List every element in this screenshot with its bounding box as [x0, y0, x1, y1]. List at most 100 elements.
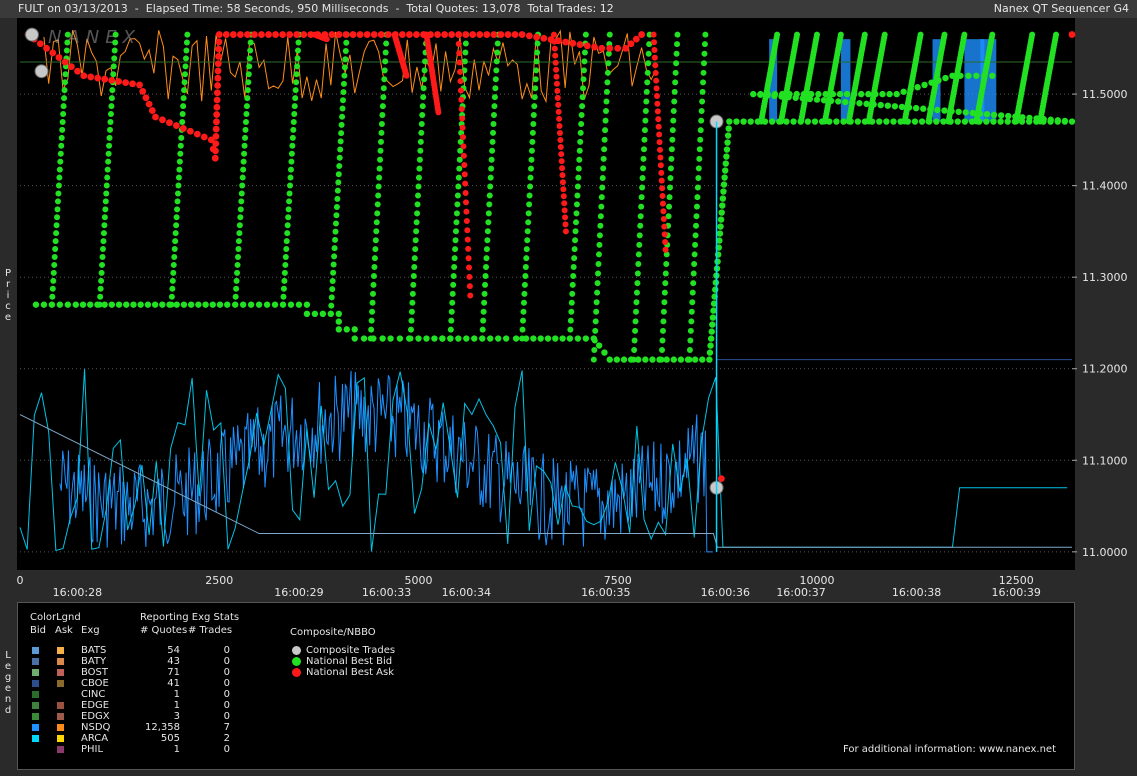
national-best-bid-point	[721, 174, 728, 181]
national-best-ask-point	[61, 58, 69, 66]
bid-sweep-dot	[335, 179, 342, 186]
bid-sweep-dot	[702, 31, 709, 38]
national-best-ask-point	[427, 31, 434, 38]
ask-sweep-dot	[557, 137, 564, 144]
bid-sweep-dot	[699, 98, 706, 105]
time-label: 16:00:34	[442, 586, 491, 599]
national-best-bid-point	[990, 118, 997, 125]
bid-sweep-dot	[640, 165, 647, 172]
bid-color-swatch	[32, 724, 39, 731]
col-exg: Exg	[81, 625, 100, 636]
ask-sweep-dot	[457, 78, 464, 85]
y-tick-label: 11.3000	[1082, 271, 1128, 284]
bid-sweep-dot	[697, 136, 704, 143]
bid-sweep-dot	[51, 261, 58, 268]
national-best-bid-point	[914, 84, 921, 91]
ask-sweep-dot	[556, 115, 563, 122]
bid-sweep-dot	[377, 138, 384, 145]
bid-sweep-dot	[415, 183, 422, 190]
national-best-bid-point	[202, 301, 209, 308]
bid-sweep-dot	[332, 220, 339, 227]
bid-sweep-dot	[180, 103, 187, 110]
bid-sweep-dot	[661, 299, 668, 306]
bid-sweep-dot	[691, 251, 698, 258]
national-best-bid-point	[582, 335, 590, 342]
bid-sweep-dot	[418, 129, 425, 136]
bid-sweep-dot	[180, 95, 187, 102]
ask-sweep-dot	[554, 87, 561, 94]
national-best-bid-point	[656, 356, 663, 363]
national-best-bid-point	[595, 342, 603, 349]
bid-sweep-dot	[232, 293, 239, 300]
bid-sweep-dot	[690, 280, 697, 287]
national-best-ask-point	[213, 89, 221, 97]
bid-sweep-dot	[173, 214, 180, 221]
bid-sweep-dot	[329, 277, 336, 284]
national-best-ask-point	[213, 118, 220, 126]
bid-sweep-dot	[491, 103, 498, 110]
bid-sweep-dot	[698, 117, 705, 124]
national-best-ask-point	[115, 78, 123, 85]
bid-sweep-dot	[592, 327, 599, 334]
bid-sweep-dot	[605, 60, 612, 67]
bid-sweep-dot	[572, 228, 579, 235]
national-best-ask-point	[569, 39, 577, 47]
national-best-bid-point	[969, 109, 977, 117]
national-best-bid-point	[722, 167, 729, 174]
bid-sweep-dot	[577, 138, 584, 145]
price-chart[interactable]: NANEX 11.0000 11.1000 11.2000 11.3000 11.400…	[0, 0, 1137, 600]
composite-legend-row: National Best Bid	[290, 656, 490, 667]
ask-sweep-dot	[658, 177, 665, 184]
bid-sweep-dot	[407, 326, 414, 333]
bid-sweep-dot	[687, 337, 694, 344]
national-best-bid-point	[691, 356, 699, 363]
bid-sweep-dot	[382, 58, 389, 65]
bid-sweep-dot	[484, 237, 491, 244]
bid-sweep-dot	[235, 246, 242, 253]
bid-sweep-dot	[667, 174, 674, 181]
national-best-bid-point	[108, 301, 116, 308]
bid-sweep-dot	[292, 87, 299, 94]
bid-sweep-dot	[173, 222, 180, 229]
bid-sweep-dot	[101, 214, 108, 221]
bid-sweep-dot	[243, 103, 250, 110]
exchange-trades: 0	[223, 711, 230, 722]
bid-sweep-dot	[598, 203, 605, 210]
bid-sweep-dot	[103, 190, 110, 197]
national-best-ask-point	[94, 74, 102, 82]
national-best-ask-point	[142, 94, 150, 102]
bid-sweep-dot	[101, 222, 108, 229]
composite-legend-row: Composite Trades	[290, 645, 490, 656]
bid-sweep-dot	[580, 67, 587, 74]
ask-sweep-dot	[562, 228, 569, 235]
bid-sweep-dot	[580, 85, 587, 92]
bid-sweep-dot	[917, 31, 924, 38]
national-best-bid-point	[990, 111, 998, 119]
bid-sweep-dot	[410, 281, 417, 288]
national-best-bid-point	[620, 356, 628, 363]
bid-sweep-dot	[240, 158, 247, 165]
bid-sweep-dot	[341, 64, 348, 71]
bid-sweep-dot	[533, 58, 540, 65]
exchange-name: NSDQ	[81, 722, 111, 733]
bid-sweep-dot	[593, 308, 600, 315]
bid-sweep-dot	[291, 111, 298, 118]
national-best-bid-point	[1061, 117, 1069, 125]
national-best-bid-point	[912, 104, 920, 112]
national-best-bid-point	[471, 335, 478, 342]
bid-sweep-dot	[601, 146, 608, 153]
bid-sweep-dot	[455, 174, 462, 181]
exchange-row: PHIL 1 0	[18, 744, 278, 755]
bid-sweep-dot	[286, 190, 293, 197]
bid-sweep-dot	[693, 222, 700, 229]
bid-sweep-dot	[689, 299, 696, 306]
bid-sweep-dot	[280, 293, 287, 300]
bid-sweep-dot	[813, 31, 820, 38]
exchange-quotes: 1	[173, 689, 180, 700]
national-best-ask-point	[518, 31, 526, 38]
bid-sweep-dot	[489, 138, 496, 145]
bid-sweep-dot	[332, 236, 339, 243]
bid-sweep-dot	[293, 79, 300, 86]
national-best-bid-point	[997, 118, 1004, 125]
bid-sweep-dot	[409, 290, 416, 297]
